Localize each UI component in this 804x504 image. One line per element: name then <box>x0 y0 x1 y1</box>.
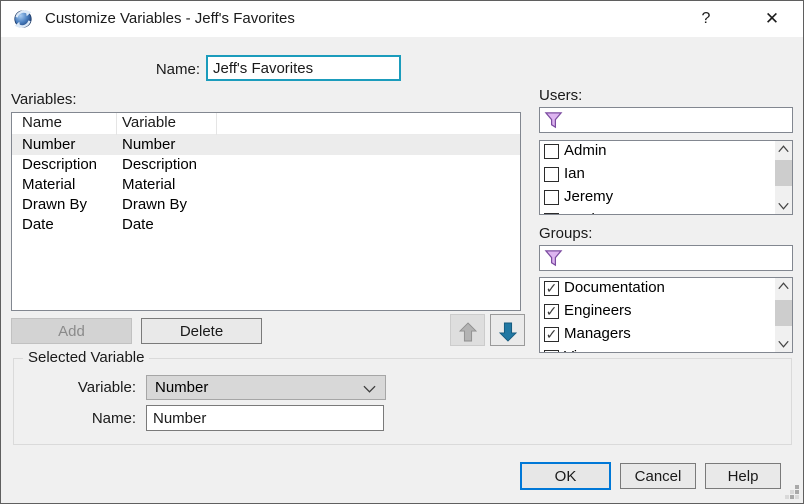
checkbox[interactable] <box>544 213 559 215</box>
group-name: Documentation <box>564 279 665 296</box>
scrollbar-thumb[interactable] <box>775 300 792 326</box>
scrollbar-up-icon[interactable] <box>775 141 792 157</box>
checkbox[interactable]: ✓ <box>544 350 559 353</box>
groups-filter-input[interactable] <box>566 247 786 269</box>
cell-name: Date <box>22 215 54 235</box>
favorites-name-input[interactable] <box>206 55 401 81</box>
cell-name: Drawn By <box>22 195 87 215</box>
list-item[interactable]: Jeremy <box>540 187 792 210</box>
sync-icon <box>12 8 34 30</box>
cancel-button[interactable]: Cancel <box>620 463 696 489</box>
variable-dropdown[interactable]: Number <box>146 375 386 400</box>
filter-funnel-icon <box>544 249 563 268</box>
list-item[interactable]: Justin <box>540 210 792 215</box>
users-filter-input[interactable] <box>566 109 786 131</box>
list-item[interactable]: ✓ Engineers <box>540 301 792 324</box>
table-row[interactable]: Material Material <box>12 175 520 195</box>
checkbox[interactable]: ✓ <box>544 281 559 296</box>
table-row[interactable]: Drawn By Drawn By <box>12 195 520 215</box>
list-item[interactable]: Ian <box>540 164 792 187</box>
scrollbar-up-icon[interactable] <box>775 278 792 294</box>
close-icon[interactable]: ✕ <box>747 1 797 37</box>
scrollbar-down-icon[interactable] <box>775 198 792 214</box>
column-divider <box>116 113 117 135</box>
selected-name-label: Name: <box>32 410 136 427</box>
groups-label: Groups: <box>539 225 592 242</box>
checkbox[interactable] <box>544 167 559 182</box>
cell-name: Material <box>22 175 75 195</box>
column-header-variable[interactable]: Variable <box>122 114 176 131</box>
column-header-name[interactable]: Name <box>22 114 62 131</box>
table-row[interactable]: Number Number <box>12 135 520 155</box>
cell-variable: Material <box>122 175 175 195</box>
cell-variable: Description <box>122 155 197 175</box>
delete-button[interactable]: Delete <box>141 318 262 344</box>
resize-grip[interactable] <box>785 485 800 500</box>
cell-variable: Number <box>122 135 175 155</box>
user-name: Jeremy <box>564 188 613 205</box>
user-name: Ian <box>564 165 585 182</box>
ok-button[interactable]: OK <box>520 462 611 490</box>
variable-label: Variable: <box>32 379 136 396</box>
checkbox[interactable] <box>544 190 559 205</box>
dialog-title: Customize Variables - Jeff's Favorites <box>45 1 295 37</box>
column-divider <box>216 113 217 135</box>
table-row[interactable]: Date Date <box>12 215 520 235</box>
selected-variable-groupbox: Selected Variable Variable: Number Name: <box>13 358 792 445</box>
list-item[interactable]: ✓ Viewers <box>540 347 792 353</box>
list-item[interactable]: ✓ Documentation <box>540 278 792 301</box>
add-button[interactable]: Add <box>11 318 132 344</box>
chevron-down-icon <box>363 385 376 393</box>
scrollbar-thumb[interactable] <box>775 160 792 186</box>
users-list[interactable]: Admin Ian Jeremy Justin <box>539 140 793 215</box>
cell-name: Number <box>22 135 75 155</box>
group-name: Managers <box>564 325 631 342</box>
up-arrow-icon <box>459 321 477 343</box>
scrollbar-down-icon[interactable] <box>775 336 792 352</box>
variable-dropdown-value: Number <box>155 379 208 396</box>
group-name: Engineers <box>564 302 632 319</box>
checkbox[interactable] <box>544 144 559 159</box>
cell-variable: Date <box>122 215 154 235</box>
table-row[interactable]: Description Description <box>12 155 520 175</box>
user-name: Justin <box>564 211 603 215</box>
list-item[interactable]: Admin <box>540 141 792 164</box>
groups-filter-box <box>539 245 793 271</box>
cell-name: Description <box>22 155 97 175</box>
name-label: Name: <box>101 61 200 78</box>
customize-variables-dialog: Customize Variables - Jeff's Favorites ?… <box>0 0 804 504</box>
filter-funnel-icon <box>544 111 563 130</box>
help-titlebar-button[interactable]: ? <box>683 1 729 37</box>
groups-list[interactable]: ✓ Documentation ✓ Engineers ✓ Managers ✓… <box>539 277 793 353</box>
variables-list[interactable]: Name Variable Number Number Description … <box>11 112 521 311</box>
users-filter-box <box>539 107 793 133</box>
checkbox[interactable]: ✓ <box>544 327 559 342</box>
variables-list-header: Name Variable <box>12 113 520 135</box>
groupbox-legend: Selected Variable <box>23 349 149 366</box>
group-name: Viewers <box>564 348 617 353</box>
selected-name-input[interactable] <box>146 405 384 431</box>
users-label: Users: <box>539 87 582 104</box>
list-item[interactable]: ✓ Managers <box>540 324 792 347</box>
scrollbar[interactable] <box>775 278 792 352</box>
cell-variable: Drawn By <box>122 195 187 215</box>
move-down-button[interactable] <box>490 314 525 346</box>
down-arrow-icon <box>499 321 517 343</box>
checkbox[interactable]: ✓ <box>544 304 559 319</box>
titlebar[interactable]: Customize Variables - Jeff's Favorites ?… <box>1 1 803 37</box>
user-name: Admin <box>564 142 607 159</box>
move-up-button[interactable] <box>450 314 485 346</box>
variables-label: Variables: <box>11 91 77 108</box>
help-button[interactable]: Help <box>705 463 781 489</box>
scrollbar[interactable] <box>775 141 792 214</box>
